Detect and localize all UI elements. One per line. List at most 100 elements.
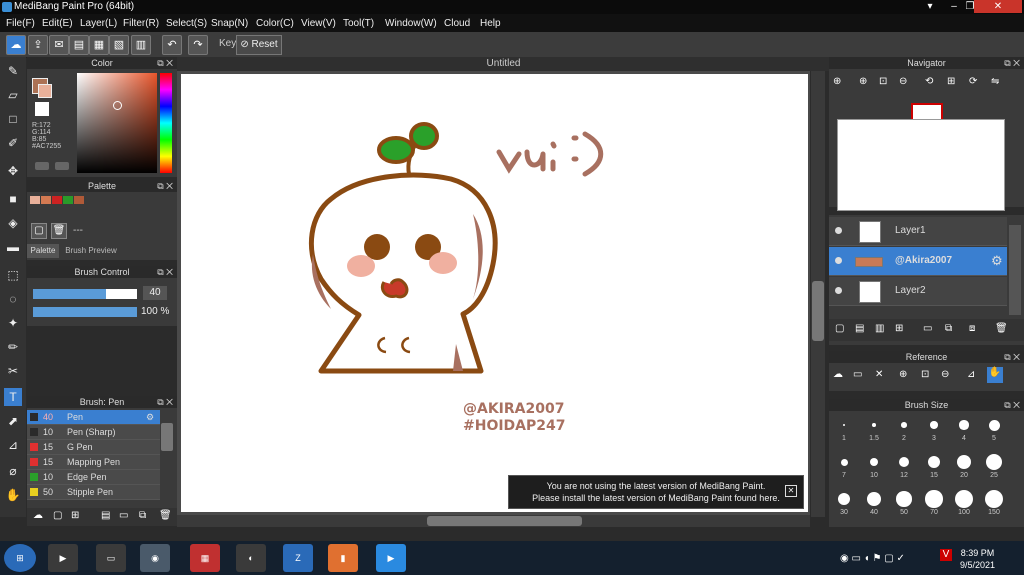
eyedropper-icon[interactable]: ⌀	[4, 462, 22, 480]
start-button[interactable]: ⊞	[4, 544, 36, 572]
duplicate-layer-icon[interactable]: ⧉	[945, 323, 952, 334]
palette-swatch[interactable]	[63, 196, 73, 204]
brush-tool-icon[interactable]: ✎	[4, 62, 22, 80]
reference-fit-icon[interactable]: ⊡	[921, 369, 929, 380]
brush-size-option[interactable]: 1.5	[860, 415, 888, 442]
gradient-tool-icon[interactable]: ▬	[4, 238, 22, 256]
brush-opacity-value[interactable]: 100 %	[141, 306, 169, 317]
brush-size-option[interactable]: 70	[920, 489, 948, 516]
brush-list-item[interactable]: 15 Mapping Pen	[27, 455, 160, 470]
rotate-left-icon[interactable]: ⟲	[925, 76, 933, 87]
reference-open-icon[interactable]: ▭	[853, 369, 862, 380]
layer-visibility-icon[interactable]	[835, 257, 842, 264]
brush-size-option[interactable]: 25	[980, 452, 1008, 479]
hue-slider[interactable]	[160, 73, 172, 173]
cloud-brush-icon[interactable]: ☁	[33, 510, 43, 521]
brush-list-item[interactable]: 50 Stipple Pen	[27, 485, 160, 500]
delete-layer-icon[interactable]: 🗑	[995, 323, 1008, 334]
dropper-tool-icon[interactable]: ⊿	[4, 436, 22, 454]
brush-size-option[interactable]: 10	[860, 452, 888, 479]
duplicate-brush-icon[interactable]: ⧉	[139, 510, 146, 521]
camtasia-icon[interactable]: ◐	[236, 544, 266, 572]
reference-dropper-icon[interactable]: ⊿	[967, 369, 975, 380]
zoom-app-icon[interactable]: ▶	[376, 544, 406, 572]
layer-visibility-icon[interactable]	[835, 287, 842, 294]
layer-row[interactable]: Layer1	[829, 217, 1007, 246]
brush-size-option[interactable]: 3	[920, 415, 948, 442]
horizontal-scroll-thumb[interactable]	[427, 516, 582, 526]
vertical-scrollbar[interactable]	[811, 71, 825, 517]
select-eraser-icon[interactable]: ✂	[4, 362, 22, 380]
zoom-in-icon[interactable]: ⊕	[859, 76, 867, 87]
reference-zoom-out-icon[interactable]: ⊖	[941, 369, 949, 380]
new-1bit-layer-icon[interactable]: ▥	[875, 323, 884, 334]
horizontal-scrollbar[interactable]	[177, 515, 810, 527]
media-player-icon[interactable]: ▶	[48, 544, 78, 572]
brush-size-value[interactable]: 40	[143, 286, 167, 300]
brush-size-option[interactable]: 100	[950, 489, 978, 516]
lasso-tool-icon[interactable]: ◌	[4, 290, 22, 308]
brush-size-option[interactable]: 50	[890, 489, 918, 516]
layer-settings-gear-icon[interactable]: ⚙	[991, 253, 1003, 269]
menu-edit[interactable]: Edit(E)	[42, 18, 73, 29]
reference-zoom-in-icon[interactable]: ⊕	[899, 369, 907, 380]
brush-size-option[interactable]: 40	[860, 489, 888, 516]
more-icon[interactable]: ▾	[918, 0, 942, 13]
color-swap-icon[interactable]	[55, 162, 69, 170]
reference-cloud-icon[interactable]: ☁	[833, 369, 843, 380]
brush-settings-icon[interactable]: ▤	[101, 510, 110, 521]
select-tool-icon[interactable]: ⬚	[4, 266, 22, 284]
panel-close-icon[interactable]: ⧉ ✕	[157, 396, 173, 408]
tab-brush-preview[interactable]: Brush Preview	[61, 244, 121, 258]
layer-row[interactable]: Layer2	[829, 277, 1007, 306]
actual-size-icon[interactable]: ⊡	[879, 76, 887, 87]
menu-filter[interactable]: Filter(R)	[123, 18, 159, 29]
brush-size-option[interactable]: 4	[950, 415, 978, 442]
undo-icon[interactable]: ↶	[162, 35, 182, 55]
zoom-fit-icon[interactable]: ⊕	[833, 76, 841, 87]
brush-list-item[interactable]: 15 G Pen	[27, 440, 160, 455]
reset-button[interactable]: ⊘ Reset	[236, 35, 282, 55]
menu-select[interactable]: Select(S)	[166, 18, 207, 29]
document-tab[interactable]: Untitled	[177, 57, 830, 71]
panel-close-icon[interactable]: ⧉ ✕	[157, 57, 173, 69]
panel-close-icon[interactable]: ⧉ ✕	[1004, 57, 1020, 69]
panel-close-icon[interactable]: ⧉ ✕	[1004, 351, 1020, 363]
brush-list-item[interactable]: 10 Pen (Sharp)	[27, 425, 160, 440]
zoom-out-icon[interactable]: ⊖	[899, 76, 907, 87]
brush-size-option[interactable]: 5	[980, 415, 1008, 442]
update-notice[interactable]: You are not using the latest version of …	[508, 475, 804, 509]
antivirus-icon[interactable]: V	[940, 549, 952, 561]
menu-layer[interactable]: Layer(L)	[80, 18, 117, 29]
new-layer-icon[interactable]: ▢	[835, 323, 844, 334]
menu-snap[interactable]: Snap(N)	[211, 18, 248, 29]
sub-color-swatch[interactable]	[38, 84, 52, 98]
zalo-icon[interactable]: Z	[283, 544, 313, 572]
transparent-swatch[interactable]	[35, 102, 49, 116]
panel-close-icon[interactable]: ⧉ ✕	[157, 180, 173, 192]
merge-layer-icon[interactable]: ⧈	[969, 323, 975, 334]
chat-icon[interactable]: ▤	[69, 35, 89, 55]
delete-palette-icon[interactable]: 🗑	[51, 223, 67, 239]
brush-size-option[interactable]: 150	[980, 489, 1008, 516]
layer-row[interactable]: @Akira2007 ⚙	[829, 247, 1007, 276]
notice-close-icon[interactable]: ✕	[785, 485, 797, 497]
menu-file[interactable]: File(F)	[6, 18, 35, 29]
brush-list-item[interactable]: 40 Pen ⚙	[27, 410, 160, 425]
file-explorer-icon[interactable]: ▭	[96, 544, 126, 572]
brush-size-slider[interactable]	[33, 289, 137, 299]
document-icon[interactable]: ▦	[89, 35, 109, 55]
menu-cloud[interactable]: Cloud	[444, 18, 470, 29]
menu-view[interactable]: View(V)	[301, 18, 336, 29]
tray-icons[interactable]: ◉ ▭ ◖ ⚑ ▢ ✓	[840, 553, 905, 564]
redo-icon[interactable]: ↷	[188, 35, 208, 55]
comment-icon[interactable]: ✉	[49, 35, 69, 55]
menu-window[interactable]: Window(W)	[385, 18, 437, 29]
layer-folder-icon[interactable]: ▭	[923, 323, 932, 334]
palette-swatch[interactable]	[52, 196, 62, 204]
new-brush-icon[interactable]: ▢	[53, 510, 62, 521]
menu-color[interactable]: Color(C)	[256, 18, 294, 29]
rotate-right-icon[interactable]: ⟳	[969, 76, 977, 87]
select-pen-icon[interactable]: ✏	[4, 338, 22, 356]
magic-wand-icon[interactable]: ✦	[4, 314, 22, 332]
